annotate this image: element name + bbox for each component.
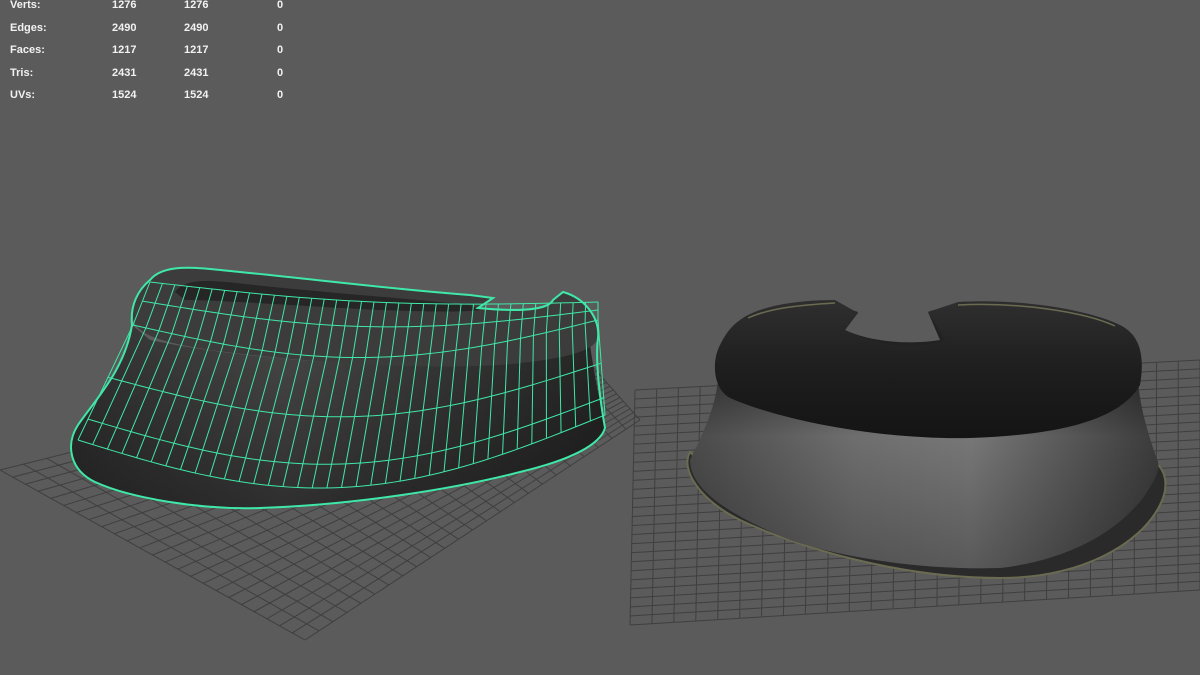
poly-count-hud: Verts: 1276 1276 0 Edges: 2490 2490 0 Faces: 1217… bbox=[10, 0, 310, 107]
hud-label: UVs: bbox=[10, 89, 36, 101]
hud-value: 0 bbox=[277, 21, 284, 34]
hud-value: 0 bbox=[277, 66, 284, 79]
collar-wireframe-model[interactable] bbox=[70, 266, 607, 510]
hud-value: 2431 bbox=[112, 66, 137, 79]
hud-value: 1217 bbox=[184, 44, 209, 56]
hud-label: Faces: bbox=[10, 44, 45, 56]
hud-value: 1524 bbox=[112, 89, 137, 101]
hud-row: Faces: 1217 1217 0 bbox=[10, 39, 310, 62]
hud-value: 1276 bbox=[184, 0, 209, 11]
hud-label: Edges: bbox=[10, 21, 47, 34]
maya-viewport[interactable]: Verts: 1276 1276 0 Edges: 2490 2490 0 Faces: 1217… bbox=[0, 0, 1200, 675]
hud-row: Edges: 2490 2490 0 bbox=[10, 17, 310, 40]
hud-value: 0 bbox=[277, 0, 284, 11]
hud-value: 2490 bbox=[112, 21, 137, 34]
hud-value: 1524 bbox=[184, 89, 209, 101]
hud-value: 2431 bbox=[184, 66, 209, 79]
hud-row: UVs: 1524 1524 0 bbox=[10, 84, 310, 107]
hud-value: 0 bbox=[277, 44, 284, 56]
hud-value: 1217 bbox=[112, 44, 137, 56]
hud-value: 2490 bbox=[184, 21, 209, 34]
hud-row: Verts: 1276 1276 0 bbox=[10, 0, 310, 17]
hud-row: Tris: 2431 2431 0 bbox=[10, 62, 310, 85]
hud-value: 0 bbox=[277, 89, 284, 101]
hud-label: Verts: bbox=[10, 0, 41, 11]
hud-value: 1276 bbox=[112, 0, 137, 11]
hud-label: Tris: bbox=[10, 66, 34, 79]
